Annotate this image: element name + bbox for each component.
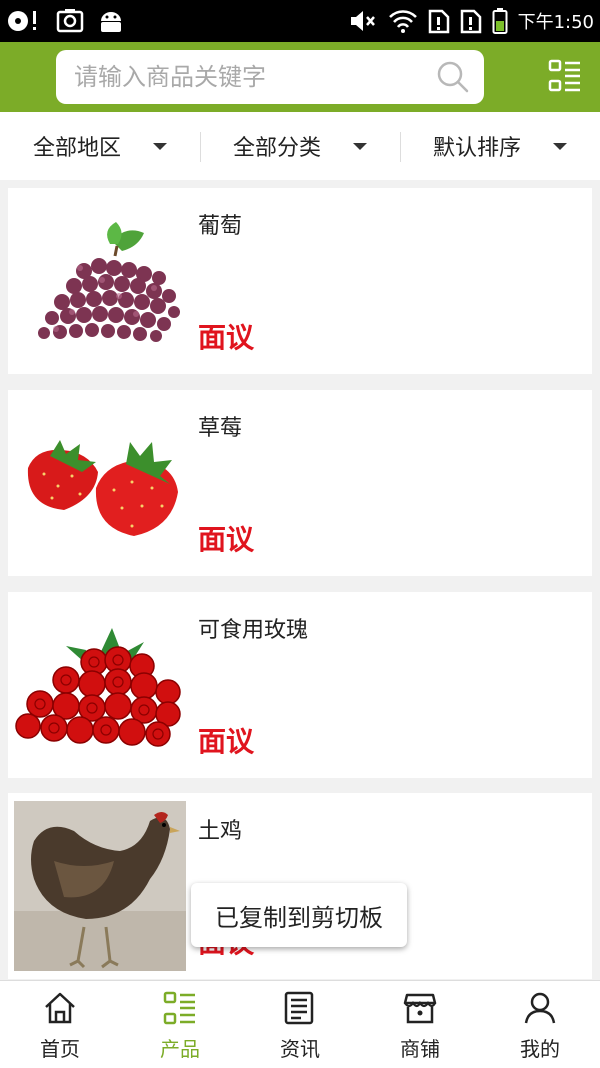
product-image-grapes: [14, 196, 186, 366]
home-icon: [45, 992, 75, 1024]
top-bar: 请输入商品关键字: [0, 42, 600, 112]
product-grid-icon: [163, 991, 195, 1025]
mute-icon: [350, 11, 375, 31]
product-title: 土鸡: [198, 819, 243, 844]
product-price: 面议: [198, 523, 255, 556]
nav-label: 我的: [520, 1037, 560, 1061]
user-icon: [524, 992, 556, 1024]
status-bar: 下午1:50: [0, 0, 600, 42]
filter-label: 全部地区: [32, 136, 121, 161]
sim-signal-2-icon: [460, 9, 481, 34]
nav-item-products[interactable]: 产品: [120, 981, 240, 1068]
battery-icon: [492, 8, 508, 34]
android-icon: [101, 12, 121, 32]
product-image-chicken: [14, 801, 186, 971]
menu-grid-icon[interactable]: [548, 59, 582, 93]
wifi-icon: [388, 10, 417, 33]
sim-signal-icon: [428, 9, 449, 34]
product-card[interactable]: 葡萄 面议: [8, 188, 592, 374]
filter-bar: 全部地区 全部分类 默认排序: [0, 112, 600, 180]
nav-label: 产品: [160, 1037, 200, 1061]
search-placeholder: 请输入商品关键字: [74, 63, 266, 91]
bottom-nav: 首页 产品 资讯 商铺 我的: [0, 980, 600, 1068]
product-card[interactable]: 草莓 面议: [8, 390, 592, 576]
disc-icon: [8, 11, 36, 31]
nav-item-news[interactable]: 资讯: [240, 981, 360, 1068]
nav-item-home[interactable]: 首页: [0, 981, 120, 1068]
product-card[interactable]: 可食用玫瑰 面议: [8, 592, 592, 778]
filter-region-dropdown[interactable]: 全部地区: [0, 112, 200, 180]
product-price: 面议: [198, 321, 255, 354]
product-title: 可食用玫瑰: [198, 618, 309, 643]
product-image-roses: [14, 600, 186, 770]
product-price: 面议: [198, 725, 255, 758]
status-time: 下午1:50: [517, 12, 594, 33]
caret-down-icon: [353, 142, 367, 150]
filter-sort-dropdown[interactable]: 默认排序: [400, 112, 600, 180]
caret-down-icon: [153, 142, 167, 150]
filter-label: 全部分类: [232, 136, 321, 161]
filter-label: 默认排序: [432, 136, 521, 161]
filter-category-dropdown[interactable]: 全部分类: [200, 112, 400, 180]
product-title: 草莓: [198, 416, 243, 441]
shop-icon: [403, 993, 437, 1024]
nav-label: 资讯: [280, 1037, 320, 1061]
status-right-icons: 下午1:50: [348, 6, 594, 36]
product-image-strawberries: [14, 398, 186, 568]
product-title: 葡萄: [198, 214, 243, 239]
search-input[interactable]: 请输入商品关键字: [56, 50, 484, 104]
news-icon: [284, 991, 314, 1025]
nav-label: 商铺: [400, 1037, 440, 1061]
nav-item-shops[interactable]: 商铺: [360, 981, 480, 1068]
nav-item-me[interactable]: 我的: [480, 981, 600, 1068]
caret-down-icon: [553, 142, 567, 150]
copied-toast: 已复制到剪切板: [191, 883, 407, 947]
screenshot-icon: [56, 9, 84, 33]
status-left-icons: [6, 6, 124, 36]
nav-label: 首页: [40, 1037, 80, 1061]
search-icon[interactable]: [436, 60, 470, 94]
